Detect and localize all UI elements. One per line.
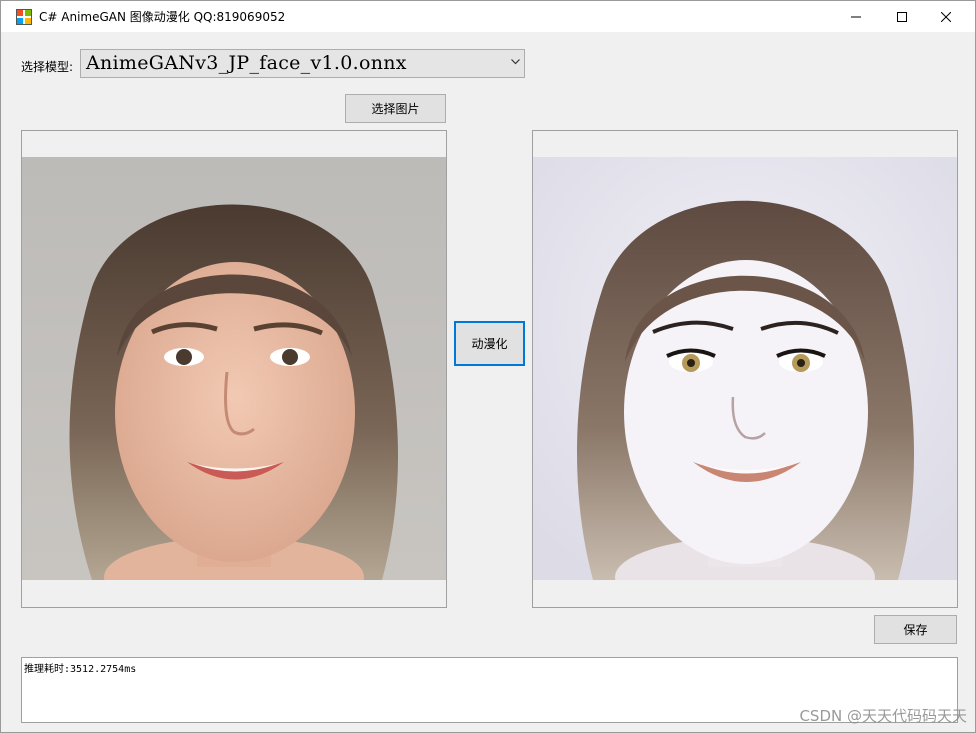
input-image-box [21,130,447,608]
choose-image-label: 选择图片 [371,102,420,116]
minimize-button[interactable] [833,1,879,32]
save-button[interactable]: 保存 [874,615,957,644]
model-select[interactable]: AnimeGANv3_JP_face_v1.0.onnx [80,49,525,78]
chevron-down-icon [511,59,520,65]
close-icon [941,11,951,22]
choose-image-button[interactable]: 选择图片 [345,94,446,123]
model-label: 选择模型: [21,60,74,74]
title-bar[interactable]: C# AnimeGAN 图像动漫化 QQ:819069052 [1,1,975,32]
app-icon [16,9,32,25]
output-photo [533,157,957,580]
save-label: 保存 [903,623,928,637]
model-selected-value: AnimeGANv3_JP_face_v1.0.onnx [86,52,407,74]
input-photo [22,157,446,580]
watermark: CSDN @天天代码码天天 [799,707,967,725]
minimize-icon [851,16,861,17]
output-image-box [532,130,958,608]
window-title: C# AnimeGAN 图像动漫化 QQ:819069052 [39,10,286,24]
maximize-button[interactable] [879,1,925,32]
maximize-icon [897,11,907,22]
animate-label: 动漫化 [471,337,508,351]
app-window: C# AnimeGAN 图像动漫化 QQ:819069052 选择模型: Ani… [0,0,976,733]
inference-time-text: 推理耗时:3512.2754ms [24,664,137,675]
close-button[interactable] [923,1,969,32]
animate-button[interactable]: 动漫化 [454,321,525,366]
